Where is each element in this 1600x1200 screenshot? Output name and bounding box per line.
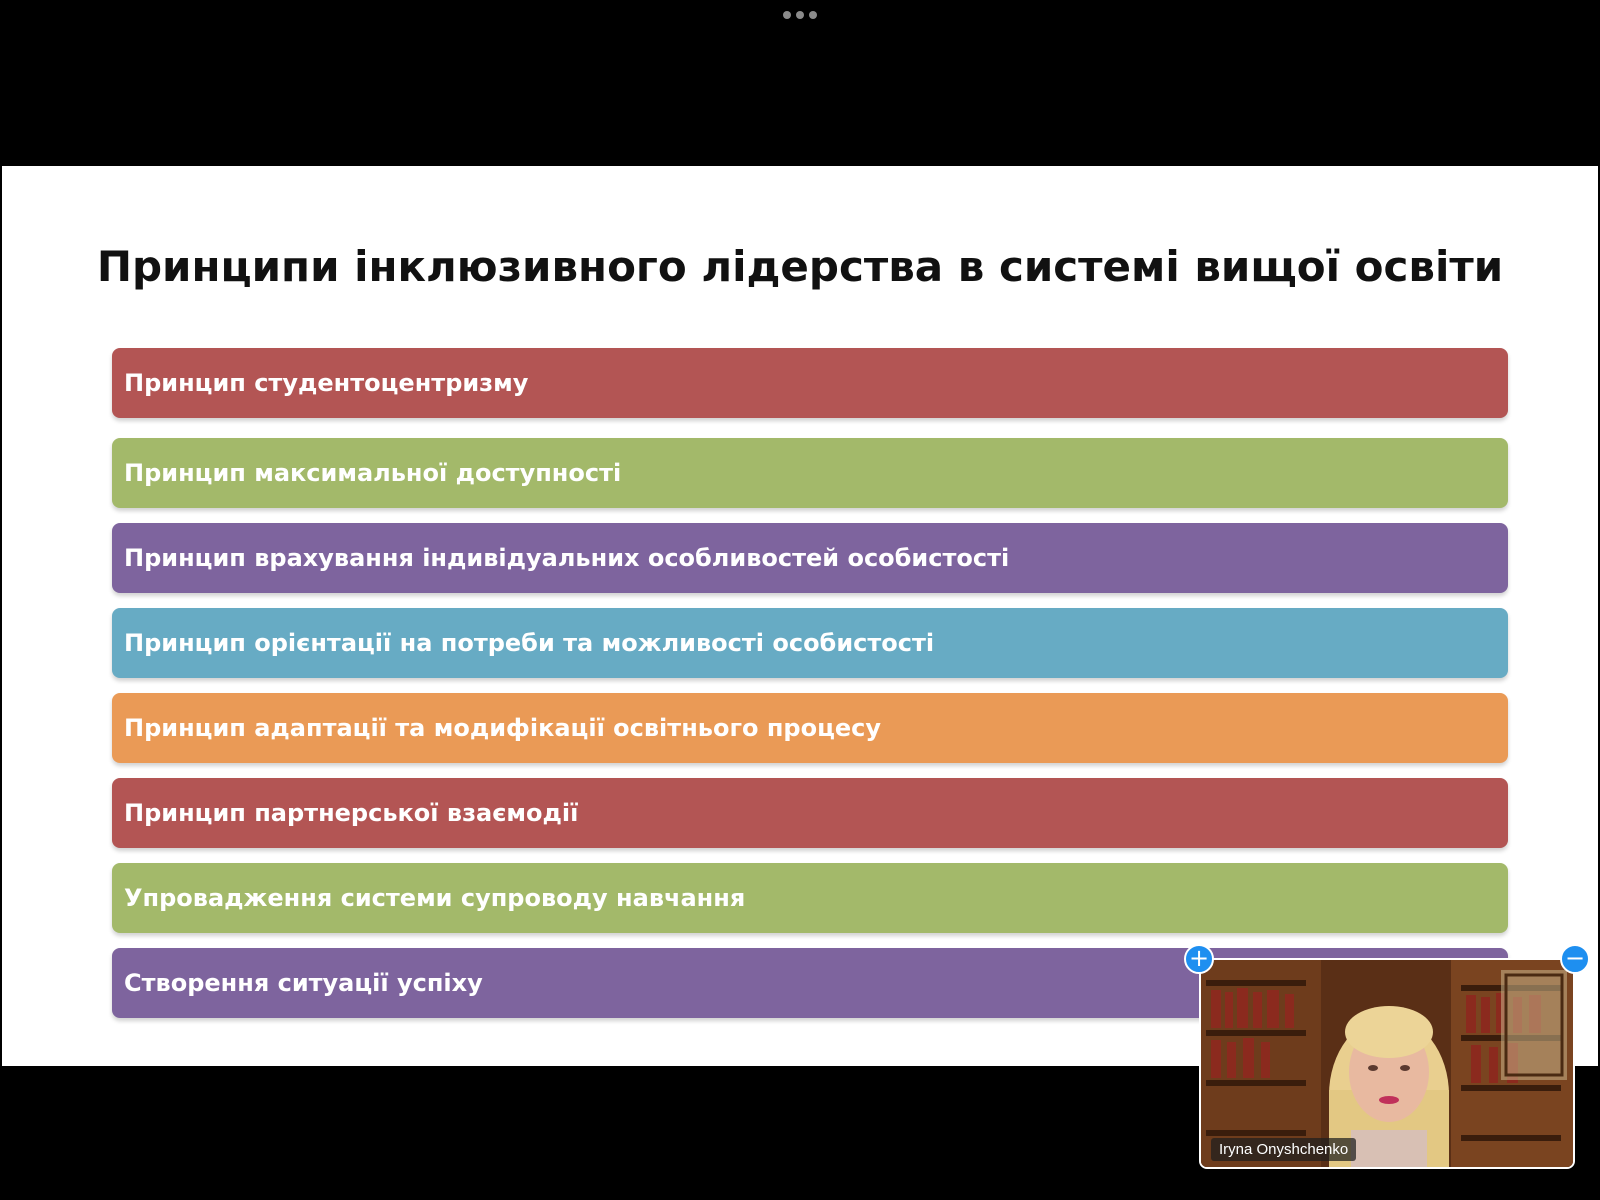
principle-bar: Принцип студентоцентризму [112, 348, 1508, 418]
principle-bar: Принцип адаптації та модифікації освітнь… [112, 693, 1508, 763]
dot [809, 11, 817, 19]
plus-icon[interactable]: + [1184, 944, 1214, 974]
principle-label: Принцип максимальної доступності [124, 459, 622, 487]
principle-label: Принцип партнерської взаємодії [124, 799, 579, 827]
principle-label: Упровадження системи супроводу навчання [124, 884, 746, 912]
principle-label: Принцип студентоцентризму [124, 369, 529, 397]
dot [796, 11, 804, 19]
more-options-icon[interactable] [783, 10, 817, 20]
principle-bar: Принцип врахування індивідуальних особли… [112, 523, 1508, 593]
slide-title: Принципи інклюзивного лідерства в систем… [96, 242, 1504, 291]
principle-bar: Принцип партнерської взаємодії [112, 778, 1508, 848]
principle-label: Створення ситуації успіху [124, 969, 483, 997]
minus-icon[interactable]: − [1560, 944, 1590, 974]
principle-bar: Принцип орієнтації на потреби та можливо… [112, 608, 1508, 678]
participant-name-label: Iryna Onyshchenko [1211, 1138, 1357, 1161]
dot [783, 11, 791, 19]
shared-slide: Принципи інклюзивного лідерства в систем… [2, 166, 1598, 1066]
meeting-screen: Принципи інклюзивного лідерства в систем… [0, 0, 1600, 1200]
principle-label: Принцип орієнтації на потреби та можливо… [124, 629, 935, 657]
principle-label: Принцип врахування індивідуальних особли… [124, 544, 1010, 572]
principle-bar: Упровадження системи супроводу навчання [112, 863, 1508, 933]
principle-bar: Принцип максимальної доступності [112, 438, 1508, 508]
participant-video-tile[interactable]: Iryna Onyshchenko [1199, 958, 1575, 1169]
principle-label: Принцип адаптації та модифікації освітнь… [124, 714, 882, 742]
